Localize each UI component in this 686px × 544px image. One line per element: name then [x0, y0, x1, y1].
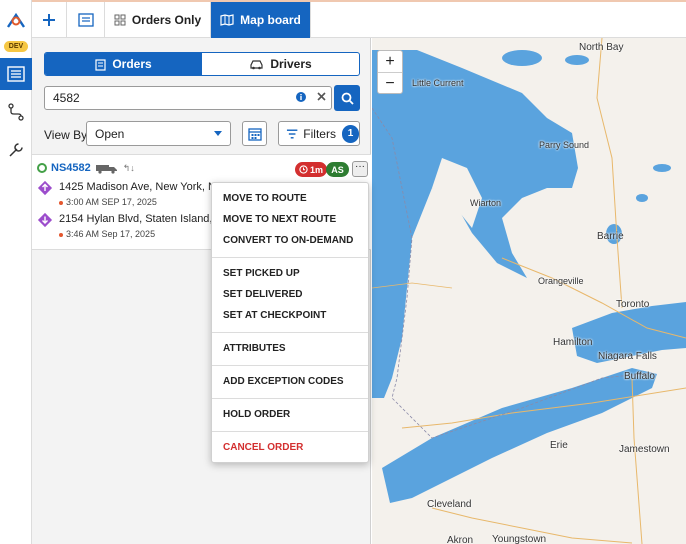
map-label: Wiarton — [470, 198, 502, 208]
map-label: Akron — [447, 535, 474, 544]
nav-settings[interactable] — [0, 134, 32, 166]
late-badge: 1m — [295, 162, 328, 177]
map-view[interactable]: + − North Bay Little Current Parry Sound… — [372, 38, 686, 544]
segment-label: Drivers — [270, 57, 312, 71]
env-badge: DEV — [4, 41, 28, 52]
tab-label: Orders Only — [131, 13, 202, 27]
map-label: Orangeville — [538, 276, 584, 286]
zoom-control: + − — [377, 50, 403, 94]
filter-icon — [286, 129, 298, 138]
app-logo-icon[interactable] — [4, 9, 28, 33]
map-label: Cleveland — [427, 499, 472, 510]
clipboard-icon — [95, 58, 106, 71]
add-button[interactable] — [32, 2, 67, 38]
map-label: Buffalo — [624, 371, 655, 382]
zoom-out-button[interactable]: − — [378, 73, 402, 95]
menu-divider — [212, 257, 368, 258]
menu-item-convert-on-demand[interactable]: CONVERT TO ON-DEMAND — [223, 235, 353, 246]
map-label: Little Current — [412, 78, 464, 88]
orders-drivers-toggle: Orders Drivers — [44, 52, 360, 76]
nav-routes[interactable] — [0, 96, 32, 128]
list-view-button[interactable] — [67, 2, 105, 38]
status-dot-icon — [37, 163, 47, 173]
filters-button[interactable]: Filters 1 — [278, 121, 360, 146]
map-label: North Bay — [579, 42, 624, 53]
menu-item-set-picked-up[interactable]: SET PICKED UP — [223, 268, 300, 279]
tab-label: Map board — [240, 13, 301, 27]
menu-item-set-at-checkpoint[interactable]: SET AT CHECKPOINT — [223, 310, 326, 321]
order-header: NS4582 ↰↓ — [37, 162, 135, 174]
chevron-down-icon — [214, 131, 222, 136]
list-icon — [77, 13, 94, 27]
search-value: 4582 — [53, 91, 80, 105]
top-bar: Orders Only Map board — [32, 0, 686, 38]
wrench-icon — [9, 143, 23, 157]
map-label: Jamestown — [619, 444, 670, 455]
pickup-time: 3:00 AM SEP 17, 2025 — [59, 197, 157, 207]
menu-divider — [212, 365, 368, 366]
menu-item-set-delivered[interactable]: SET DELIVERED — [223, 289, 302, 300]
clock-icon — [299, 165, 308, 174]
car-icon — [250, 59, 263, 69]
nav-orders[interactable] — [0, 58, 32, 90]
map-label: Barrie — [597, 231, 624, 242]
order-context-menu: MOVE TO ROUTE MOVE TO NEXT ROUTE CONVERT… — [211, 182, 369, 463]
late-badge-text: 1m — [310, 164, 324, 175]
search-input[interactable]: 4582 — [44, 86, 332, 110]
pickup-address: 1425 Madison Ave, New York, NY — [59, 181, 224, 193]
route-icon — [8, 103, 24, 121]
menu-divider — [212, 398, 368, 399]
calendar-icon — [247, 127, 262, 141]
menu-item-hold-order[interactable]: HOLD ORDER — [223, 409, 290, 420]
view-by-value: Open — [95, 126, 125, 141]
delivery-arrow-icon — [37, 212, 53, 228]
list-icon — [7, 66, 25, 82]
view-by-label: View By — [44, 128, 88, 142]
map-canvas[interactable] — [372, 38, 686, 544]
delivery-address: 2154 Hylan Blvd, Staten Island, NY — [59, 213, 231, 225]
menu-divider — [212, 431, 368, 432]
view-by-select[interactable]: Open — [86, 121, 231, 146]
tab-orders-only[interactable]: Orders Only — [105, 2, 211, 38]
map-label: Toronto — [616, 299, 650, 310]
menu-item-move-to-route[interactable]: MOVE TO ROUTE — [223, 193, 307, 204]
map-label: Youngstown — [492, 534, 547, 544]
delivery-time: 3:46 AM Sep 17, 2025 — [59, 229, 155, 239]
more-options-button[interactable]: ··· — [352, 161, 368, 177]
pickup-arrow-icon — [37, 180, 53, 196]
menu-divider — [212, 332, 368, 333]
filters-label: Filters — [303, 126, 336, 141]
menu-item-cancel-order[interactable]: CANCEL ORDER — [223, 442, 303, 453]
menu-item-add-exception-codes[interactable]: ADD EXCEPTION CODES — [223, 376, 344, 387]
calendar-button[interactable] — [242, 121, 267, 146]
assignee-badge: AS — [326, 162, 349, 177]
zoom-in-button[interactable]: + — [378, 51, 402, 73]
tab-map-board[interactable]: Map board — [211, 2, 311, 38]
search-icon — [341, 92, 354, 105]
map-label: Niagara Falls — [598, 351, 657, 362]
grid-icon — [114, 14, 126, 26]
menu-item-attributes[interactable]: ATTRIBUTES — [223, 343, 286, 354]
plus-icon — [43, 14, 55, 26]
info-icon[interactable] — [291, 91, 311, 105]
segment-label: Orders — [112, 57, 152, 71]
segment-drivers[interactable]: Drivers — [202, 53, 359, 75]
menu-item-move-to-next-route[interactable]: MOVE TO NEXT ROUTE — [223, 214, 336, 225]
map-label: Parry Sound — [539, 140, 590, 150]
clear-icon[interactable] — [311, 92, 331, 104]
truck-icon — [95, 164, 117, 174]
order-number[interactable]: NS4582 — [51, 162, 91, 174]
map-icon — [220, 14, 234, 26]
search-button[interactable] — [334, 85, 360, 111]
filters-count-badge: 1 — [341, 124, 359, 143]
map-label: Hamilton — [553, 337, 593, 348]
segment-orders[interactable]: Orders — [45, 53, 202, 75]
left-rail: DEV — [0, 0, 32, 544]
map-label: Erie — [550, 440, 568, 451]
route-direction-icon: ↰↓ — [122, 162, 135, 173]
